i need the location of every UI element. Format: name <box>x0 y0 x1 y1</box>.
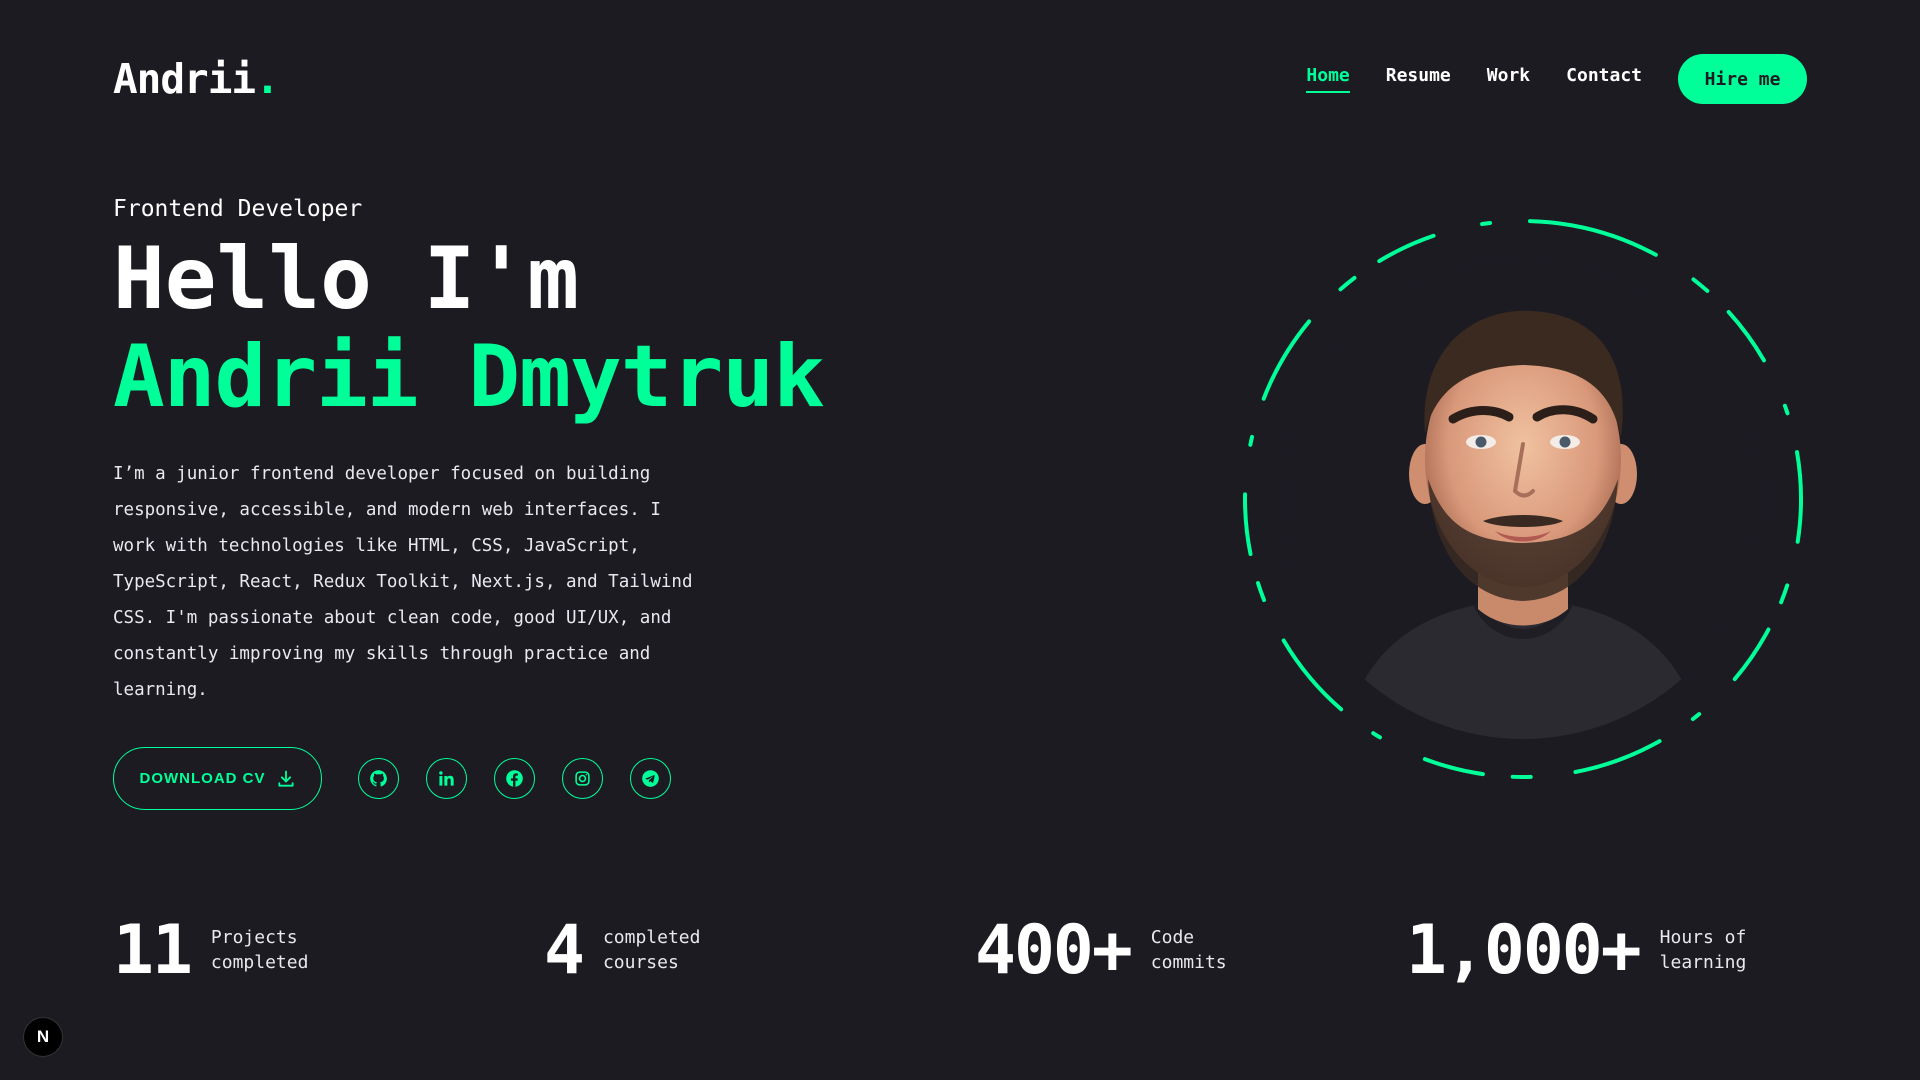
main-nav: Home Resume Work Contact Hire me <box>1306 54 1807 104</box>
stat-label: Code commits <box>1150 927 1227 973</box>
download-cv-label: DOWNLOAD CV <box>139 770 266 787</box>
facebook-link[interactable] <box>494 758 535 799</box>
hero-name: Andrii Dmytruk <box>113 327 825 427</box>
hero-bio: I’m a junior frontend developer focused … <box>113 464 693 700</box>
instagram-link[interactable] <box>562 758 603 799</box>
download-cv-button[interactable]: DOWNLOAD CV <box>113 747 322 810</box>
logo[interactable]: Andrii. <box>113 55 280 103</box>
github-icon <box>370 770 387 787</box>
facebook-icon <box>506 770 523 787</box>
nav-work[interactable]: Work <box>1487 65 1530 93</box>
telegram-icon <box>642 770 659 787</box>
nav-home[interactable]: Home <box>1306 65 1350 93</box>
logo-text: Andrii <box>113 55 256 103</box>
hero-greeting: Hello I'm <box>113 229 579 329</box>
nav-resume[interactable]: Resume <box>1386 65 1451 93</box>
site-header: Andrii. Home Resume Work Contact Hire me <box>113 50 1807 108</box>
download-icon <box>277 770 294 787</box>
stat-courses: 4 completed courses <box>544 910 713 990</box>
stat-label: Hours of learning <box>1659 927 1747 973</box>
nav-contact[interactable]: Contact <box>1566 65 1642 93</box>
hero-role: Frontend Developer <box>113 196 363 222</box>
stat-learning-hours: 1,000+ Hours of learning <box>1406 910 1760 990</box>
linkedin-link[interactable] <box>426 758 467 799</box>
stat-label: completed courses <box>602 927 701 973</box>
stat-value: 4 <box>544 910 585 990</box>
stat-commits: 400+ Code commits <box>975 910 1241 990</box>
stat-label: Projects completed <box>210 927 309 973</box>
profile-photo-frame <box>1240 216 1806 782</box>
stat-value: 11 <box>113 910 193 990</box>
dashed-ring-decoration <box>1243 219 1803 779</box>
telegram-link[interactable] <box>630 758 671 799</box>
github-link[interactable] <box>358 758 399 799</box>
logo-dot: . <box>255 55 280 103</box>
stat-value: 400+ <box>975 910 1133 990</box>
linkedin-icon <box>439 771 454 786</box>
hire-me-button[interactable]: Hire me <box>1678 54 1807 104</box>
stat-projects: 11 Projects completed <box>113 910 321 990</box>
stat-value: 1,000+ <box>1406 910 1642 990</box>
instagram-icon <box>575 771 590 786</box>
hero-actions: DOWNLOAD CV <box>113 747 698 810</box>
nextjs-dev-badge[interactable]: N <box>24 1018 62 1056</box>
stats-row: 11 Projects completed 4 completed course… <box>113 910 1813 990</box>
